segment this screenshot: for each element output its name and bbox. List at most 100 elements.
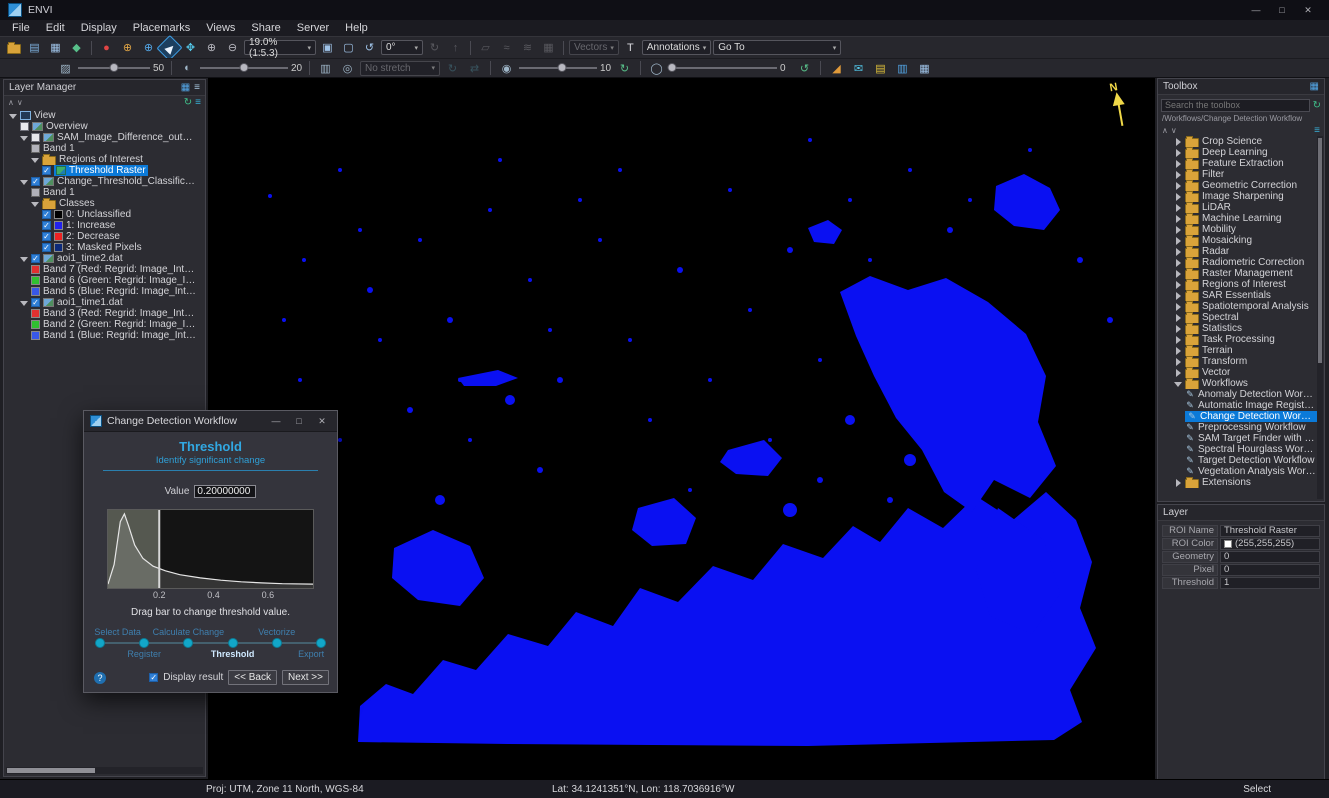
- layer-item[interactable]: Classes: [6, 198, 198, 209]
- collapse-icon[interactable]: [20, 299, 28, 307]
- menu-edit[interactable]: Edit: [38, 22, 73, 34]
- property-value[interactable]: 0: [1220, 564, 1320, 576]
- layer-item[interactable]: View: [6, 110, 198, 121]
- expand-icon[interactable]: [1174, 149, 1182, 157]
- collapse-icon[interactable]: [1174, 380, 1182, 388]
- toolbox-menu-icon[interactable]: ≡: [1314, 125, 1320, 136]
- dialog-maximize-button[interactable]: □: [290, 416, 308, 426]
- blur-slider-thumb[interactable]: [668, 63, 677, 72]
- expand-icon[interactable]: [1174, 325, 1182, 333]
- toolbox-item[interactable]: Statistics: [1160, 323, 1317, 334]
- layer-grid-icon[interactable]: ▦: [181, 82, 190, 93]
- toolbox-panel-icon[interactable]: ▦: [1310, 81, 1319, 92]
- sharpen-slider[interactable]: [519, 60, 597, 76]
- annotation-text-icon[interactable]: T: [621, 39, 640, 57]
- toolbox-item[interactable]: Regions of Interest: [1160, 279, 1317, 290]
- toolbox-item[interactable]: Terrain: [1160, 345, 1317, 356]
- visibility-checkbox[interactable]: ✓: [42, 232, 51, 241]
- collapse-icon[interactable]: [9, 112, 17, 120]
- options-icon[interactable]: ≡: [195, 97, 201, 108]
- menu-help[interactable]: Help: [337, 22, 376, 34]
- sharpen-icon[interactable]: ◉: [497, 59, 516, 77]
- collapse-icon[interactable]: [20, 178, 28, 186]
- property-value[interactable]: 1: [1220, 577, 1320, 589]
- vscroll-thumb[interactable]: [1318, 138, 1322, 363]
- visibility-checkbox[interactable]: ✓: [42, 221, 51, 230]
- expand-icon[interactable]: [1174, 292, 1182, 300]
- expand-icon[interactable]: [1174, 358, 1182, 366]
- expand-icon[interactable]: [1174, 281, 1182, 289]
- menu-views[interactable]: Views: [198, 22, 243, 34]
- expand-icon[interactable]: [1174, 248, 1182, 256]
- toolbox-item[interactable]: Spatiotemporal Analysis: [1160, 301, 1317, 312]
- sharpen-slider-thumb[interactable]: [557, 63, 566, 72]
- split-panel-icon[interactable]: ▥: [893, 59, 912, 77]
- expand-icon[interactable]: [1174, 215, 1182, 223]
- expand-icon[interactable]: [1174, 171, 1182, 179]
- layer-item[interactable]: Band 5 (Blue: Regrid: Image_Intersection…: [6, 286, 198, 297]
- mask-icon[interactable]: ▥: [316, 59, 335, 77]
- layer-item[interactable]: ✓1: Increase: [6, 220, 198, 231]
- toolbox-item[interactable]: ✎Preprocessing Workflow: [1160, 422, 1317, 433]
- toolbox-item[interactable]: Deep Learning: [1160, 147, 1317, 158]
- collapse-icon[interactable]: [20, 255, 28, 263]
- edit-header-icon[interactable]: ▦: [46, 39, 65, 57]
- expand-icon[interactable]: [1174, 204, 1182, 212]
- toolbox-item[interactable]: ✎Target Detection Workflow: [1160, 455, 1317, 466]
- expand-icon[interactable]: [1174, 160, 1182, 168]
- toolbox-item[interactable]: Vector: [1160, 367, 1317, 378]
- grid-panel-icon[interactable]: ▦: [915, 59, 934, 77]
- crosshair-icon[interactable]: ⊕: [139, 39, 158, 57]
- toolbox-item[interactable]: ✎Spectral Hourglass Workflow: [1160, 444, 1317, 455]
- toolbox-item[interactable]: Spectral: [1160, 312, 1317, 323]
- toolbox-collapse-down-icon[interactable]: ∨: [1171, 126, 1177, 135]
- toolbox-item[interactable]: Extensions: [1160, 477, 1317, 488]
- collapse-icon[interactable]: [31, 156, 39, 164]
- toolbox-item[interactable]: ✎Anomaly Detection Workflow: [1160, 389, 1317, 400]
- blur-slider[interactable]: [669, 60, 777, 76]
- zoom-combo[interactable]: 19.0% (1:5.3)▾: [244, 40, 316, 55]
- collapse-icon[interactable]: [20, 134, 28, 142]
- toolbox-item[interactable]: ✎Automatic Image Registration Workfl...: [1160, 400, 1317, 411]
- layer-item[interactable]: ✓2: Decrease: [6, 231, 198, 242]
- toolbox-item[interactable]: Workflows: [1160, 378, 1317, 389]
- zoom-fit-icon[interactable]: ▣: [318, 39, 337, 57]
- collapse-icon[interactable]: [31, 200, 39, 208]
- layer-item[interactable]: Band 1: [6, 187, 198, 198]
- toolbox-vscrollbar[interactable]: [1317, 136, 1323, 499]
- rotate-combo[interactable]: 0°▾: [381, 40, 423, 55]
- expand-icon[interactable]: [1174, 347, 1182, 355]
- toolbox-item[interactable]: SAR Essentials: [1160, 290, 1317, 301]
- layer-item[interactable]: Band 1 (Blue: Regrid: Image_Intersection…: [6, 330, 198, 341]
- layer-item[interactable]: Band 6 (Green: Regrid: Image_Intersectio…: [6, 275, 198, 286]
- layer-item[interactable]: ✓Change_Threshold_Classification_output_…: [6, 176, 198, 187]
- search-refresh-icon[interactable]: ↻: [1313, 100, 1321, 111]
- expand-icon[interactable]: [1174, 314, 1182, 322]
- back-button[interactable]: << Back: [228, 670, 277, 685]
- step-dot[interactable]: [272, 638, 282, 648]
- layer-item[interactable]: Band 2 (Green: Regrid: Image_Intersectio…: [6, 319, 198, 330]
- step-dot[interactable]: [183, 638, 193, 648]
- property-value[interactable]: (255,255,255): [1220, 538, 1320, 550]
- pan-tool-icon[interactable]: ✥: [181, 39, 200, 57]
- layer-item[interactable]: ✓Threshold Raster: [6, 165, 198, 176]
- toolbox-item[interactable]: Transform: [1160, 356, 1317, 367]
- views-icon[interactable]: ◆: [67, 39, 86, 57]
- minimize-button[interactable]: —: [1243, 5, 1269, 16]
- layer-manager-hscrollbar[interactable]: [6, 767, 203, 774]
- menu-server[interactable]: Server: [289, 22, 337, 34]
- visibility-checkbox[interactable]: ✓: [31, 298, 40, 307]
- toolbox-item[interactable]: Mosaicking: [1160, 235, 1317, 246]
- layer-item[interactable]: ✓0: Unclassified: [6, 209, 198, 220]
- brightness-icon[interactable]: ◐: [178, 59, 197, 77]
- refresh-icon[interactable]: ↻: [184, 97, 192, 108]
- toolbox-item[interactable]: Mobility: [1160, 224, 1317, 235]
- hscroll-thumb[interactable]: [7, 768, 95, 773]
- mail-icon[interactable]: ✉: [849, 59, 868, 77]
- zoom-out-icon[interactable]: ⊖: [223, 39, 242, 57]
- collapse-down-icon[interactable]: ∨: [17, 98, 23, 107]
- expand-icon[interactable]: [1174, 479, 1182, 487]
- layer-menu-icon[interactable]: ≡: [194, 82, 200, 93]
- layer-item[interactable]: Band 1: [6, 143, 198, 154]
- goto-combo[interactable]: Go To▾: [713, 40, 841, 55]
